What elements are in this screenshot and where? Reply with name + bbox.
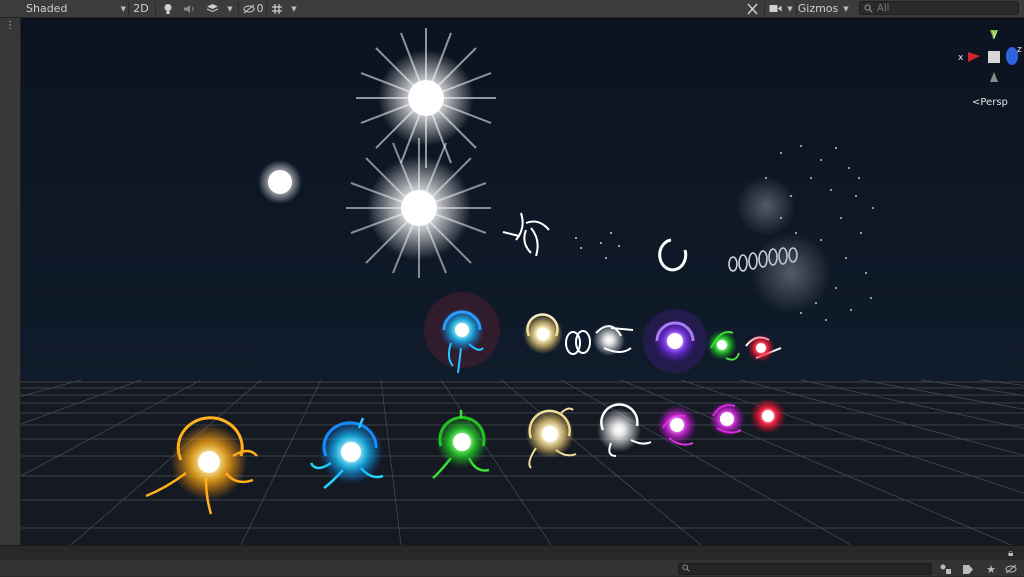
chevron-down-icon: ▼ bbox=[291, 4, 297, 13]
projection-toggle[interactable]: <Persp bbox=[972, 97, 1008, 108]
chevron-down-icon: ▼ bbox=[227, 4, 233, 13]
speaker-icon bbox=[184, 4, 194, 13]
search-icon bbox=[864, 4, 873, 13]
scene-toolbar: Shaded ▼ 2D ▼ 0 ▼ ▼ Gizmos ▼ All bbox=[0, 0, 1024, 18]
audio-toggle[interactable] bbox=[180, 0, 198, 17]
asset-filter-icon[interactable] bbox=[938, 562, 954, 576]
kebab-menu-icon: ⋮ bbox=[5, 19, 15, 31]
favorite-star-icon[interactable]: ★ bbox=[983, 562, 999, 576]
axis-y-label: y bbox=[992, 29, 998, 39]
chevron-down-icon: ▼ bbox=[843, 4, 849, 13]
tools-toggle[interactable] bbox=[742, 0, 762, 17]
tools-icon bbox=[746, 2, 758, 15]
bottom-search-field[interactable] bbox=[678, 563, 932, 575]
scene-render[interactable] bbox=[21, 18, 1024, 545]
glow-orb-small[interactable] bbox=[258, 160, 302, 204]
search-placeholder: All bbox=[877, 2, 890, 14]
gizmos-label: Gizmos bbox=[797, 2, 839, 15]
hidden-objects-toggle[interactable]: 0 bbox=[240, 0, 266, 17]
layers-icon bbox=[206, 4, 218, 13]
draw-mode-label: Shaded bbox=[26, 2, 68, 15]
x-axis-cone-icon[interactable] bbox=[968, 52, 980, 62]
camera-icon bbox=[769, 5, 781, 12]
toolbar-divider bbox=[266, 2, 267, 15]
toggle-2d-label: 2D bbox=[133, 2, 149, 15]
lighting-toggle[interactable] bbox=[159, 0, 177, 17]
gizmos-dropdown[interactable]: ▼ bbox=[839, 0, 853, 17]
toolbar-divider bbox=[238, 2, 239, 15]
grid-dropdown[interactable]: ▼ bbox=[287, 0, 301, 17]
lock-icon[interactable]: 🔒︎ bbox=[1008, 548, 1013, 559]
eye-slash-icon bbox=[243, 4, 254, 13]
panel-menu-button[interactable]: ⋮ bbox=[0, 18, 20, 32]
burst-effect-purple[interactable] bbox=[643, 309, 707, 373]
toggle-2d-button[interactable]: 2D bbox=[130, 0, 152, 17]
axis-z-label: z bbox=[1017, 45, 1022, 55]
orientation-gizmo[interactable]: x y z bbox=[950, 26, 1024, 94]
side-panel bbox=[0, 18, 21, 545]
sunburst-effect-top[interactable] bbox=[356, 28, 496, 168]
toolbar-divider bbox=[764, 2, 765, 15]
scene-viewport[interactable] bbox=[21, 18, 1024, 545]
center-cube-icon[interactable] bbox=[988, 51, 1000, 63]
burst-effect-cream[interactable] bbox=[523, 313, 563, 354]
chevron-down-icon: ▼ bbox=[120, 4, 126, 13]
draw-mode-dropdown[interactable]: Shaded ▼ bbox=[22, 0, 130, 17]
grid-toggle[interactable] bbox=[268, 0, 286, 17]
eye-slash-icon[interactable] bbox=[1003, 562, 1019, 576]
gizmos-button[interactable]: Gizmos bbox=[797, 0, 839, 17]
grid-icon bbox=[272, 3, 282, 14]
axis-x-label: x bbox=[958, 53, 964, 63]
toolbar-divider bbox=[128, 2, 129, 15]
chevron-down-icon: ▼ bbox=[787, 4, 793, 13]
camera-dropdown[interactable]: ▼ bbox=[784, 0, 796, 17]
burst-effect-pink[interactable] bbox=[709, 401, 745, 437]
negative-y-cone-icon[interactable] bbox=[990, 72, 998, 82]
burst-effect-red[interactable] bbox=[750, 398, 786, 434]
effects-toggle[interactable] bbox=[202, 0, 222, 17]
label-filter-icon[interactable] bbox=[960, 562, 976, 576]
toolbar-divider bbox=[155, 2, 156, 15]
hidden-objects-count: 0 bbox=[256, 2, 264, 15]
search-icon bbox=[682, 564, 690, 572]
camera-settings-button[interactable] bbox=[766, 0, 784, 17]
hierarchy-search[interactable]: All bbox=[859, 1, 1019, 15]
burst-effect-magenta[interactable] bbox=[657, 405, 697, 446]
lightbulb-icon bbox=[164, 3, 172, 14]
effects-dropdown[interactable]: ▼ bbox=[224, 0, 236, 17]
